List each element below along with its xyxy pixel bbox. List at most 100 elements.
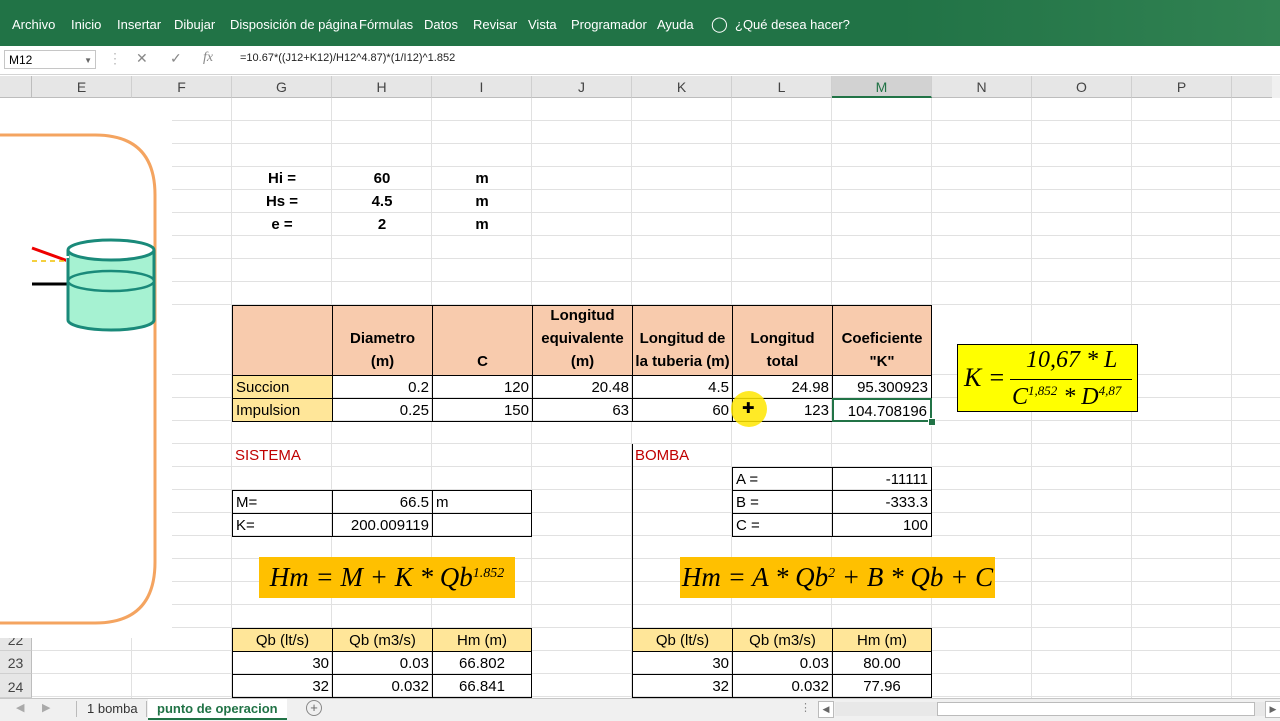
col-header-g[interactable]: G [232,76,332,98]
bomba-b-value[interactable]: -333.3 [832,490,932,514]
pipe-row-label[interactable]: Succion [232,375,333,399]
menu-ayuda[interactable]: Ayuda [657,17,694,32]
e-unit[interactable]: m [432,213,532,236]
sistema-table-cell[interactable]: 30 [232,651,333,675]
menu-dibujar[interactable]: Dibujar [174,17,215,32]
col-header-l[interactable]: L [732,76,832,98]
vscroll-top[interactable] [1272,76,1280,98]
menu-formulas[interactable]: Fórmulas [359,17,413,32]
select-all-corner[interactable] [0,76,32,98]
hscroll-left-icon[interactable]: ◀ [818,701,834,718]
bomba-a-value[interactable]: -11111 [832,467,932,491]
col-header-j[interactable]: J [532,76,632,98]
hi-label[interactable]: Hi = [232,167,332,190]
sistema-m-value[interactable]: 66.5 [332,490,433,514]
scroll-left-icon[interactable]: ◀ [16,701,24,714]
pipe-header-long-equiv[interactable]: Longitud equivalente (m) [532,305,633,376]
pipe-cell[interactable]: 150 [432,398,533,422]
pipe-header-c[interactable]: C [432,305,533,376]
menu-archivo[interactable]: Archivo [12,17,55,32]
enter-icon[interactable]: ✓ [170,50,182,67]
tab-1-bomba[interactable]: 1 bomba [87,699,138,720]
pipe-cell[interactable]: 95.300923 [832,375,932,399]
pipe-row-label[interactable]: Impulsion [232,398,333,422]
sistema-formula-box[interactable]: Hm = M + K * Qb 1.852 [259,557,515,598]
sistema-table-cell[interactable]: 66.841 [432,674,532,698]
bomba-table-cell[interactable]: 80.00 [832,651,932,675]
hs-unit[interactable]: m [432,190,532,213]
bomba-table-header[interactable]: Qb (m3/s) [732,628,833,652]
menu-programador[interactable]: Programador [571,17,647,32]
pipe-header-long-tuberia[interactable]: Longitud de la tuberia (m) [632,305,733,376]
sistema-k-value[interactable]: 200.009119 [332,513,433,537]
pipe-header-long-total[interactable]: Longitud total [732,305,833,376]
hs-value[interactable]: 4.5 [332,190,432,213]
col-header-n[interactable]: N [932,76,1032,98]
fill-handle[interactable] [928,418,936,426]
pipe-cell[interactable]: 20.48 [532,375,633,399]
tab-punto-de-operacion[interactable]: punto de operacion [148,699,287,720]
pipe-cell[interactable]: 63 [532,398,633,422]
e-value[interactable]: 2 [332,213,432,236]
sistema-table-header[interactable]: Qb (lt/s) [232,628,333,652]
sistema-m-unit[interactable]: m [432,490,532,514]
selected-cell-m12[interactable]: 104.708196 [832,398,932,422]
add-sheet-icon[interactable]: + [306,700,322,716]
pipe-header-blank[interactable] [232,305,333,376]
menu-inicio[interactable]: Inicio [71,17,101,32]
sistema-table-cell[interactable]: 0.032 [332,674,433,698]
bomba-table-cell[interactable]: 0.032 [732,674,833,698]
sistema-title[interactable]: SISTEMA [232,444,332,467]
col-header-m[interactable]: M [832,76,932,98]
sistema-m-label[interactable]: M= [232,490,333,514]
hs-label[interactable]: Hs = [232,190,332,213]
bomba-c-value[interactable]: 100 [832,513,932,537]
col-header-k[interactable]: K [632,76,732,98]
bomba-table-cell[interactable]: 32 [632,674,733,698]
pipe-cell[interactable]: 0.25 [332,398,433,422]
menu-vista[interactable]: Vista [528,17,557,32]
more-options-icon[interactable]: ⋮ [800,701,811,714]
pipe-cell[interactable]: 60 [632,398,733,422]
scrollbar-thumb[interactable] [937,702,1255,716]
bomba-formula-box[interactable]: Hm = A * Qb 2 + B * Qb + C [680,557,995,598]
menu-datos[interactable]: Datos [424,17,458,32]
tell-me-search[interactable]: ¿Qué desea hacer? [735,17,850,32]
menu-disposicion[interactable]: Disposición de página [230,17,357,32]
bomba-c-label[interactable]: C = [732,513,833,537]
k-formula-box[interactable]: K = 10,67 * L C1,852 * D4,87 [957,344,1138,412]
row-header[interactable]: 23 [0,651,32,674]
chevron-down-icon[interactable]: ▼ [84,51,92,70]
hi-unit[interactable]: m [432,167,532,190]
sistema-table-header[interactable]: Hm (m) [432,628,532,652]
insert-function-icon[interactable]: fx [203,50,213,66]
sistema-table-cell[interactable]: 32 [232,674,333,698]
sistema-k-label[interactable]: K= [232,513,333,537]
col-header-h[interactable]: H [332,76,432,98]
bomba-b-label[interactable]: B = [732,490,833,514]
col-header-i[interactable]: I [432,76,532,98]
bomba-a-label[interactable]: A = [732,467,833,491]
bomba-title[interactable]: BOMBA [632,444,732,467]
bomba-table-cell[interactable]: 77.96 [832,674,932,698]
scroll-right-icon[interactable]: ▶ [42,701,50,714]
pipe-cell[interactable]: 4.5 [632,375,733,399]
cancel-icon[interactable]: ✕ [136,50,148,67]
row-header[interactable]: 24 [0,674,32,698]
col-header-e[interactable]: E [32,76,132,98]
sistema-table-cell[interactable]: 0.03 [332,651,433,675]
pipe-cell[interactable]: 120 [432,375,533,399]
pipe-header-coef-k[interactable]: Coeficiente "K" [832,305,932,376]
menu-revisar[interactable]: Revisar [473,17,517,32]
col-header-p[interactable]: P [1132,76,1232,98]
hscroll-right-icon[interactable]: ▶ [1265,701,1280,718]
pipe-cell[interactable]: 0.2 [332,375,433,399]
col-header-o[interactable]: O [1032,76,1132,98]
e-label[interactable]: e = [232,213,332,236]
bomba-table-header[interactable]: Qb (lt/s) [632,628,733,652]
sistema-table-header[interactable]: Qb (m3/s) [332,628,433,652]
horizontal-scrollbar[interactable] [835,702,1265,716]
bomba-table-header[interactable]: Hm (m) [832,628,932,652]
formula-input[interactable]: =10.67*((J12+K12)/H12^4.87)*(1/I12)^1.85… [240,52,455,64]
sistema-k-empty[interactable] [432,513,532,537]
